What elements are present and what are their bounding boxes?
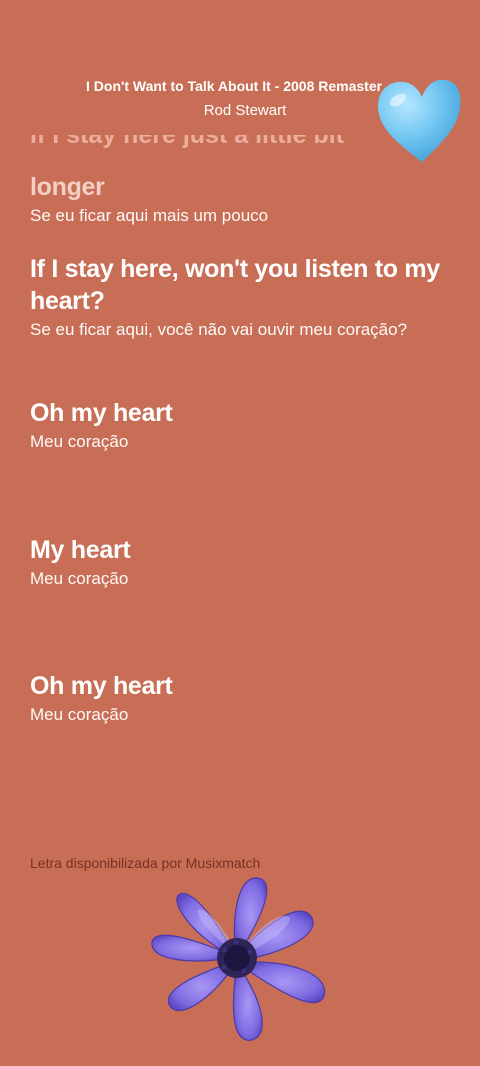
- song-title[interactable]: I Don't Want to Talk About It - 2008 Rem…: [86, 78, 396, 94]
- lyric-line[interactable]: My heart Meu coração: [30, 534, 450, 591]
- lyric-original: longer: [30, 173, 105, 201]
- lyric-translation: Meu coração: [30, 705, 129, 724]
- lyric-translation: Se eu ficar aqui mais um pouco: [30, 206, 269, 225]
- lyric-original: Oh my heart: [30, 672, 173, 700]
- lyric-line-faded: If I stay here just a little bit: [30, 135, 344, 149]
- lyric-line-active[interactable]: If I stay here, won't you listen to my h…: [30, 253, 450, 342]
- lyric-translation: Meu coração: [30, 432, 129, 451]
- lyric-original: My heart: [30, 536, 131, 564]
- lyrics-credit[interactable]: Letra disponibilizada por Musixmatch: [30, 855, 260, 871]
- lyric-translation: Se eu ficar aqui, você não vai ouvir meu…: [30, 320, 408, 339]
- lyric-line[interactable]: longer Se eu ficar aqui mais um pouco: [30, 171, 450, 228]
- purple-flower-sticker: [151, 877, 326, 1041]
- lyric-line[interactable]: Oh my heart Meu coração: [30, 670, 450, 727]
- lyric-line[interactable]: Oh my heart Meu coração: [30, 397, 450, 454]
- lyric-original: If I stay here, won't you listen to my h…: [30, 255, 440, 315]
- lyric-original: Oh my heart: [30, 399, 173, 427]
- lyric-translation: Meu coração: [30, 569, 129, 588]
